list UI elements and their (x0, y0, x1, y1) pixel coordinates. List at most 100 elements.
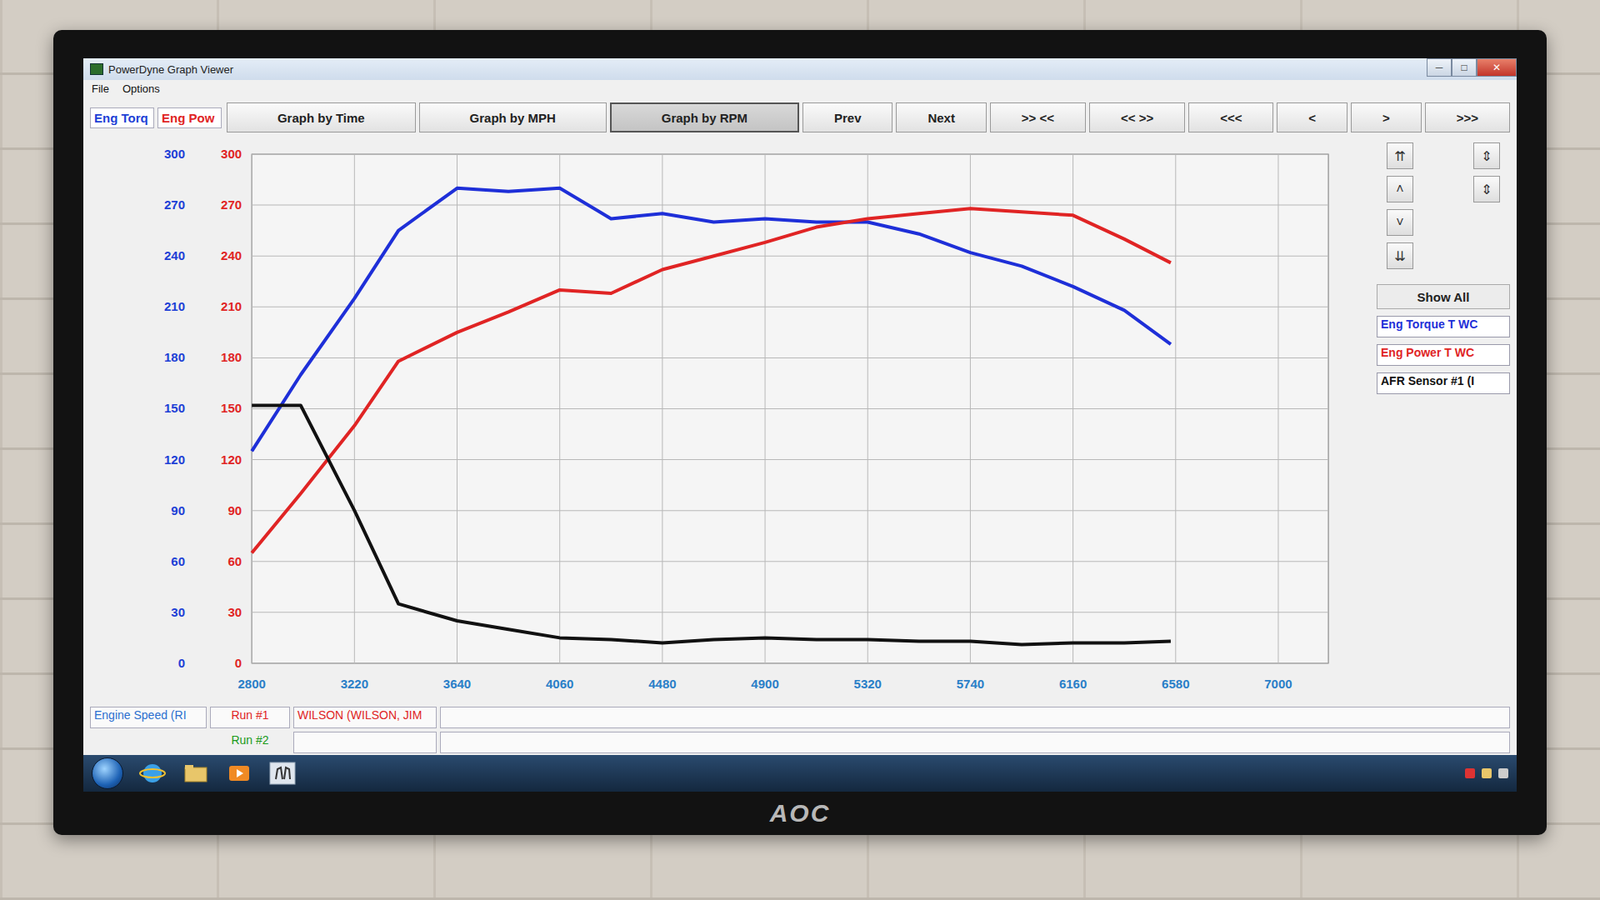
monitor: PowerDyne Graph Viewer ─□✕ File Options Eng … (53, 30, 1547, 835)
toolbar-button[interactable]: >>> (1425, 102, 1510, 133)
run-notes (440, 731, 1510, 754)
run-driver[interactable] (293, 731, 437, 754)
tray-icon[interactable] (1465, 768, 1475, 779)
menu-bar: File Options (83, 80, 1517, 98)
toolbar-button[interactable]: Next (895, 102, 986, 133)
y-tick-label: 0 (235, 655, 242, 670)
x-tick-label: 6160 (1059, 676, 1087, 691)
x-tick-label: 5740 (956, 676, 985, 691)
y-tick-label: 30 (170, 605, 185, 620)
browser-icon[interactable] (138, 760, 167, 786)
dyno-app-icon[interactable] (268, 760, 297, 786)
y-tick-label: 90 (170, 503, 185, 518)
start-button[interactable] (91, 757, 124, 790)
app-icon (90, 63, 104, 75)
zoom-button[interactable]: ˄ (1386, 175, 1414, 203)
series-line (251, 188, 1171, 452)
toolbar-button[interactable]: >> << (990, 102, 1086, 133)
x-tick-label: 5320 (854, 676, 882, 691)
y-tick-label: 300 (164, 146, 185, 161)
grid-line (251, 560, 1329, 562)
grid-line (251, 255, 1329, 257)
run-driver[interactable]: WILSON (WILSON, JIM (293, 706, 437, 729)
show-all-button[interactable]: Show All (1376, 284, 1510, 310)
legend-item[interactable]: Eng Power T WC (1376, 344, 1510, 366)
zoom-button[interactable]: ⇕ (1473, 175, 1500, 203)
toolbar-button[interactable]: << >> (1089, 102, 1185, 133)
x-tick-label: 6580 (1161, 676, 1190, 691)
zoom-column: ⇕⇕ (1473, 142, 1500, 270)
media-player-icon[interactable] (225, 760, 254, 786)
toolbar-button[interactable]: Prev (802, 102, 893, 133)
folder-icon[interactable] (181, 760, 210, 786)
y-tick-label: 60 (227, 554, 242, 569)
axis-header[interactable]: Eng Torq (90, 107, 155, 129)
toolbar-button[interactable]: < (1276, 102, 1348, 133)
zoom-column: ⇈ ˄ ˅ ⇊ (1386, 142, 1414, 270)
chart-body: 3002702402101801501209060300300270240210… (83, 137, 1517, 705)
x-tick-label: 4480 (648, 676, 676, 691)
series-line (251, 405, 1171, 645)
plot-area (251, 154, 1329, 664)
app-window: PowerDyne Graph Viewer ─□✕ File Options Eng … (83, 58, 1517, 755)
y-tick-label: 270 (220, 197, 242, 212)
grid-line (251, 205, 1329, 206)
window-title: PowerDyne Graph Viewer (108, 63, 1422, 76)
x-tick-label: 3220 (340, 676, 369, 691)
y-tick-label: 180 (220, 350, 242, 365)
x-tick-label: 7000 (1264, 676, 1292, 691)
toolbar-button[interactable]: Graph by Time (226, 102, 416, 133)
grid-line (251, 510, 1329, 511)
run-row: Run #2 (83, 730, 1517, 755)
toolbar-button[interactable]: Graph by RPM (610, 102, 800, 133)
y-tick-label: 90 (227, 503, 242, 518)
zoom-button[interactable]: ˅ (1386, 209, 1414, 236)
y-tick-label: 120 (220, 452, 242, 467)
y-tick-label: 150 (164, 400, 185, 415)
grid-line (251, 306, 1329, 308)
x-axis-label[interactable]: Engine Speed (RI (90, 706, 207, 729)
y-tick-label: 240 (220, 248, 242, 263)
minimize-button[interactable]: ─ (1426, 58, 1452, 77)
monitor-brand: AOC (83, 791, 1517, 835)
run-label[interactable]: Run #2 (210, 731, 290, 754)
y-tick-label: 300 (220, 146, 242, 161)
menu-item[interactable]: Options (122, 82, 160, 95)
dyno-chart: 3002702402101801501209060300300270240210… (83, 137, 1370, 705)
legend-item[interactable]: AFR Sensor #1 (I (1376, 372, 1510, 395)
run-row: Engine Speed (RIRun #1WILSON (WILSON, JI… (83, 705, 1517, 730)
toolbar-button[interactable]: Graph by MPH (419, 102, 607, 133)
maximize-button[interactable]: □ (1451, 58, 1477, 77)
y-tick-label: 150 (220, 400, 242, 415)
zoom-button[interactable]: ⇊ (1386, 242, 1414, 270)
grid-line (251, 357, 1329, 359)
zoom-button[interactable]: ⇕ (1473, 142, 1500, 170)
zoom-button[interactable]: ⇈ (1386, 142, 1414, 170)
tray-icon[interactable] (1481, 768, 1492, 779)
toolbar-button[interactable]: <<< (1188, 102, 1274, 133)
tray-icon[interactable] (1498, 768, 1509, 779)
y-tick-label: 30 (227, 605, 242, 620)
y-tick-label: 210 (164, 299, 185, 314)
top-row: Eng TorqEng PowGraph by TimeGraph by MPH… (83, 97, 1517, 138)
window-controls: ─□✕ (1426, 58, 1517, 77)
y-tick-label: 180 (164, 350, 185, 365)
x-tick-label: 4060 (545, 676, 574, 691)
toolbar-button[interactable]: > (1350, 102, 1422, 133)
x-tick-label: 2800 (237, 676, 265, 691)
chart-area: 3002702402101801501209060300300270240210… (83, 137, 1370, 705)
axis-header[interactable]: Eng Pow (157, 107, 222, 129)
screen: PowerDyne Graph Viewer ─□✕ File Options Eng … (83, 58, 1517, 792)
y-tick-label: 120 (164, 452, 185, 467)
run-label[interactable]: Run #1 (210, 706, 290, 729)
side-panel: ⇈˄˅⇊⇕⇕Show AllEng Torque T WCEng Power T… (1370, 137, 1517, 705)
grid-line (251, 154, 1329, 155)
grid-line (251, 611, 1329, 613)
system-tray (1465, 768, 1509, 779)
x-tick-label: 3640 (443, 676, 471, 691)
menu-item[interactable]: File (91, 82, 110, 95)
legend-item[interactable]: Eng Torque T WC (1376, 315, 1510, 338)
close-button[interactable]: ✕ (1476, 58, 1517, 77)
axis-headers: Eng TorqEng Pow (90, 107, 222, 129)
y-tick-label: 0 (178, 655, 185, 670)
